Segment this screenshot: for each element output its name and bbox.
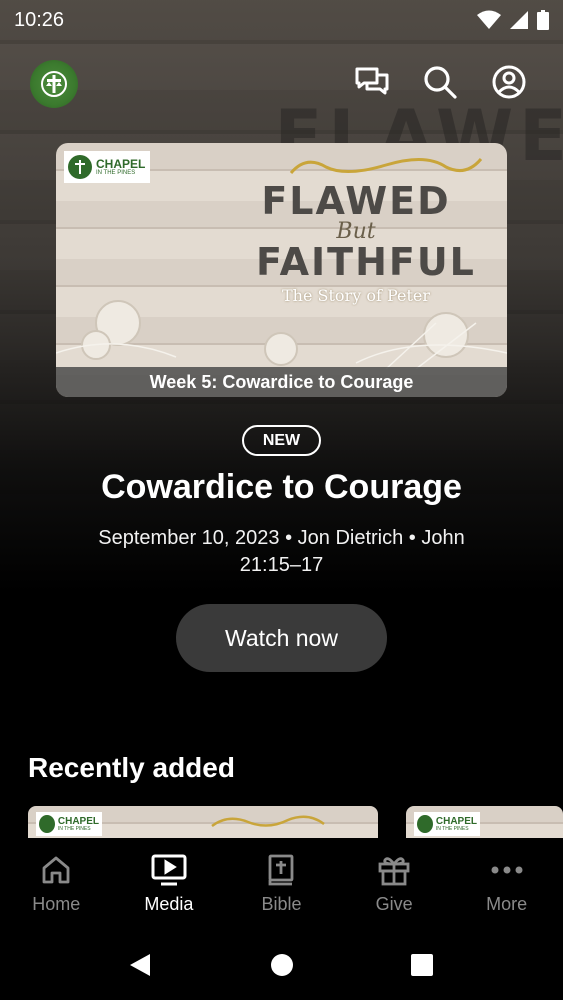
status-icons — [477, 10, 549, 30]
chat-icon[interactable] — [354, 64, 390, 100]
top-app-bar — [0, 58, 563, 108]
account-icon[interactable] — [491, 64, 527, 100]
logo-text-line1: CHAPEL — [96, 157, 146, 171]
thumb-chapel-logo: CHAPEL IN THE PINES — [414, 812, 480, 836]
card-caption: Week 5: Cowardice to Courage — [56, 367, 507, 397]
back-icon[interactable] — [124, 950, 154, 980]
nav-give-label: Give — [375, 894, 413, 914]
chapel-logo-icon — [41, 71, 67, 97]
fishing-floats-decoration — [56, 300, 507, 369]
thumb-chapel-logo: CHAPEL IN THE PINES — [36, 812, 102, 836]
gift-icon — [376, 852, 412, 888]
chapel-logo-icon — [68, 155, 92, 179]
chapel-logo-icon — [39, 815, 55, 833]
status-bar: 10:26 — [0, 0, 563, 40]
recently-added-title: Recently added — [28, 752, 235, 783]
art-line-1: FLAWED — [261, 179, 451, 223]
wifi-icon — [477, 10, 501, 29]
nav-more-label: More — [486, 894, 528, 914]
more-dots-icon — [489, 852, 525, 888]
recent-item-thumbnail[interactable]: CHAPEL IN THE PINES — [28, 806, 378, 842]
chapel-logo-icon — [417, 815, 433, 833]
signal-icon — [510, 11, 528, 29]
nav-give[interactable]: Give — [338, 838, 451, 930]
watch-now-button[interactable]: Watch now — [176, 604, 387, 672]
recents-square-icon[interactable] — [407, 950, 437, 980]
nav-home[interactable]: Home — [0, 838, 113, 930]
home-icon — [38, 852, 74, 888]
church-logo-button[interactable] — [30, 60, 78, 108]
battery-icon — [537, 10, 549, 30]
thumb-logo-line2: IN THE PINES — [57, 825, 91, 832]
nav-home-label: Home — [32, 894, 81, 914]
nav-media-label: Media — [144, 894, 194, 914]
thumb-logo-line2: IN THE PINES — [435, 825, 469, 832]
thumb-logo-line1: CHAPEL — [435, 815, 477, 827]
system-navigation-bar — [0, 930, 563, 1000]
art-line-3: FAITHFUL — [256, 240, 476, 284]
sermon-title: Cowardice to Courage — [101, 468, 462, 506]
ornament-decoration — [289, 157, 483, 174]
search-icon[interactable] — [422, 64, 458, 100]
thumb-logo-line1: CHAPEL — [57, 815, 99, 827]
nav-bible-label: Bible — [261, 894, 302, 914]
sermon-meta: September 10, 2023 • Jon Dietrich • John… — [98, 527, 465, 576]
nav-media[interactable]: Media — [113, 838, 226, 930]
tv-play-icon — [151, 852, 187, 888]
nav-more[interactable]: More — [450, 838, 563, 930]
new-badge: NEW — [242, 425, 321, 456]
card-chapel-logo: CHAPEL IN THE PINES — [64, 151, 150, 183]
featured-sermon-card[interactable]: CHAPEL IN THE PINES FLAWED But FAITHFUL … — [56, 143, 507, 397]
series-title-art: FLAWED But FAITHFUL The Story of Peter — [256, 179, 476, 305]
nav-bible[interactable]: Bible — [225, 838, 338, 930]
home-circle-icon[interactable] — [267, 950, 297, 980]
ornament-decoration — [211, 815, 325, 828]
recent-item-thumbnail[interactable]: CHAPEL IN THE PINES — [406, 806, 563, 842]
status-time: 10:26 — [14, 8, 65, 31]
bottom-navigation: Home Media Bible Give More — [0, 838, 563, 930]
bible-icon — [263, 852, 299, 888]
